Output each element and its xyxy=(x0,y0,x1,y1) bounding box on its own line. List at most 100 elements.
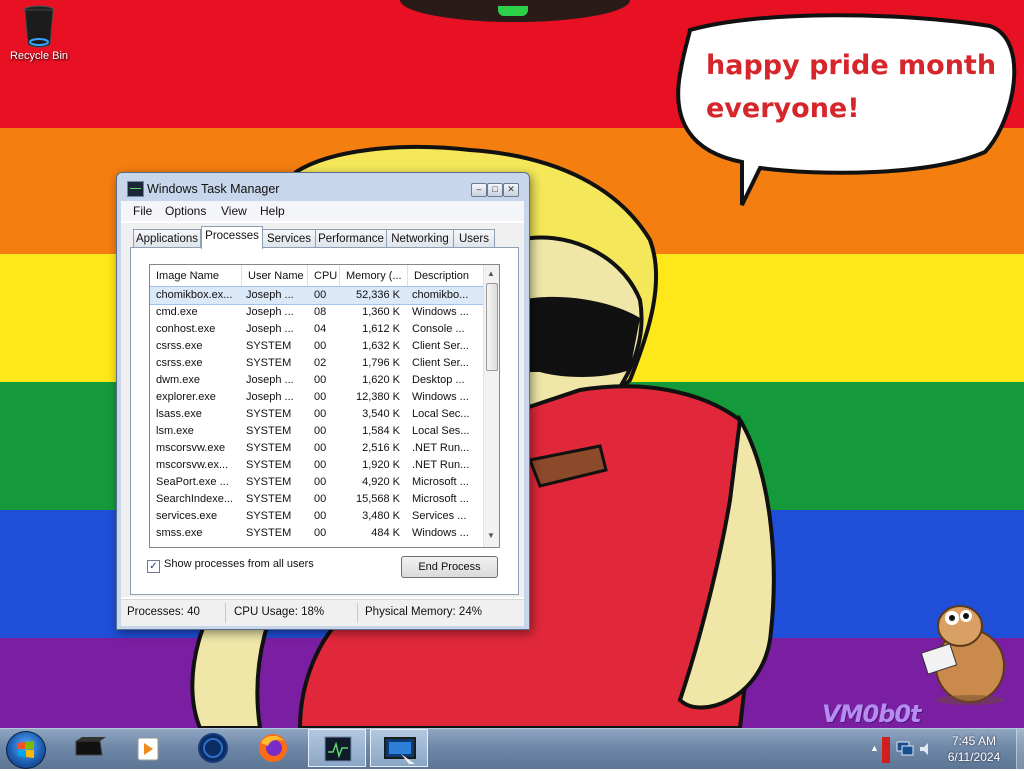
tab-strip: Applications Processes Services Performa… xyxy=(121,223,524,597)
process-row[interactable]: dwm.exe Joseph ... 00 1,620 K Desktop ... xyxy=(150,372,483,389)
minimize-button[interactable]: – xyxy=(471,183,487,197)
taskbar-terminal-button[interactable] xyxy=(60,729,118,767)
status-cpu-usage: CPU Usage: 18% xyxy=(234,606,325,618)
process-row[interactable]: csrss.exe SYSTEM 02 1,796 K Client Ser... xyxy=(150,355,483,372)
close-button[interactable]: ✕ xyxy=(503,183,519,197)
start-button[interactable] xyxy=(6,731,46,769)
process-row[interactable]: mscorsvw.exe SYSTEM 00 2,516 K .NET Run... xyxy=(150,440,483,457)
scroll-down-arrow-icon[interactable]: ▼ xyxy=(487,531,495,540)
tab-performance[interactable]: Performance xyxy=(315,229,387,248)
tab-users[interactable]: Users xyxy=(453,229,495,248)
status-divider xyxy=(225,603,226,623)
process-name-cell: chomikbox.ex... xyxy=(156,289,233,301)
process-memory-cell: 4,920 K xyxy=(362,476,400,488)
process-cpu-cell: 00 xyxy=(314,510,327,522)
scroll-thumb[interactable] xyxy=(486,283,498,371)
process-row[interactable]: services.exe SYSTEM 00 3,480 K Services ... xyxy=(150,508,483,525)
process-row[interactable]: lsass.exe SYSTEM 00 3,540 K Local Sec... xyxy=(150,406,483,423)
task-manager-window[interactable]: Windows Task Manager – □ ✕ File Options … xyxy=(116,172,530,630)
process-user-cell: SYSTEM xyxy=(246,442,292,454)
process-memory-cell: 1,612 K xyxy=(362,323,400,335)
process-rows: chomikbox.ex... Joseph ... 00 52,336 K chomi… xyxy=(150,286,484,542)
taskbar-remote-desktop-button[interactable] xyxy=(370,729,428,767)
show-hidden-icons-arrow-icon[interactable]: ▲ xyxy=(870,743,879,753)
process-description-cell: .NET Run... xyxy=(412,459,470,471)
process-name-cell: mscorsvw.ex... xyxy=(156,459,229,471)
hamster-mascot-image xyxy=(912,596,1012,709)
process-row[interactable]: cmd.exe Joseph ... 08 1,360 K Windows ... xyxy=(150,304,483,321)
process-user-cell: SYSTEM xyxy=(246,527,292,539)
process-name-cell: SearchIndexe... xyxy=(156,493,234,505)
column-memory[interactable]: Memory (... xyxy=(340,265,408,287)
menu-options[interactable]: Options xyxy=(165,204,206,218)
clock[interactable]: 7:45 AM 6/11/2024 xyxy=(936,733,1012,765)
process-name-cell: SeaPort.exe ... xyxy=(156,476,229,488)
recycle-bin-icon xyxy=(22,4,56,48)
process-row[interactable]: csrss.exe SYSTEM 00 1,632 K Client Ser... xyxy=(150,338,483,355)
vertical-scrollbar[interactable]: ▲ ▼ xyxy=(483,265,499,547)
recycle-bin-desktop-icon[interactable]: Recycle Bin xyxy=(6,4,72,62)
list-header: ︿ Image Name User Name CPU Memory (... D… xyxy=(150,265,483,288)
taskbar-media-player-button[interactable] xyxy=(120,729,178,767)
process-user-cell: SYSTEM xyxy=(246,408,292,420)
process-memory-cell: 1,920 K xyxy=(362,459,400,471)
scroll-up-arrow-icon[interactable]: ▲ xyxy=(487,269,495,278)
process-description-cell: chomikbo... xyxy=(412,289,469,301)
menu-help[interactable]: Help xyxy=(260,204,285,218)
tray-flag-icon[interactable] xyxy=(882,737,890,763)
end-process-button[interactable]: End Process xyxy=(401,556,498,578)
process-row[interactable]: smss.exe SYSTEM 00 484 K Windows ... xyxy=(150,525,483,542)
tab-networking[interactable]: Networking xyxy=(386,229,454,248)
taskbar-firefox-button[interactable] xyxy=(244,729,302,767)
menu-view[interactable]: View xyxy=(221,204,247,218)
title-bar[interactable]: Windows Task Manager – □ ✕ xyxy=(117,173,529,203)
taskbar: ▲ 7:45 AM 6/11/2024 xyxy=(0,728,1024,769)
network-icon[interactable] xyxy=(896,741,914,757)
taskbar-globe-button[interactable] xyxy=(184,729,242,767)
process-cpu-cell: 00 xyxy=(314,527,327,539)
column-description[interactable]: Description xyxy=(408,265,483,287)
taskbar-task-manager-button[interactable] xyxy=(308,729,366,767)
show-desktop-button[interactable] xyxy=(1016,729,1024,769)
process-name-cell: lsass.exe xyxy=(156,408,202,420)
status-bar: Processes: 40 CPU Usage: 18% Physical Me… xyxy=(121,599,524,626)
volume-icon[interactable] xyxy=(918,741,934,757)
show-all-processes-checkbox[interactable]: ✓ Show processes from all users xyxy=(147,558,314,573)
window-title: Windows Task Manager xyxy=(147,182,280,196)
column-user-name[interactable]: User Name xyxy=(242,265,308,287)
column-image-name-label: Image Name xyxy=(156,270,219,282)
process-row[interactable]: chomikbox.ex... Joseph ... 00 52,336 K chomi… xyxy=(150,286,484,305)
process-row[interactable]: lsm.exe SYSTEM 00 1,584 K Local Ses... xyxy=(150,423,483,440)
process-name-cell: csrss.exe xyxy=(156,340,203,352)
tab-applications[interactable]: Applications xyxy=(133,229,201,248)
column-cpu[interactable]: CPU xyxy=(308,265,340,287)
process-name-cell: cmd.exe xyxy=(156,306,198,318)
maximize-button[interactable]: □ xyxy=(487,183,503,197)
process-row[interactable]: SeaPort.exe ... SYSTEM 00 4,920 K Microsoft … xyxy=(150,474,483,491)
clock-date: 6/11/2024 xyxy=(947,750,1001,764)
menu-file[interactable]: File xyxy=(133,204,152,218)
process-memory-cell: 52,336 K xyxy=(355,289,400,301)
media-player-icon xyxy=(137,737,159,761)
checkbox-checked-icon[interactable]: ✓ xyxy=(147,560,160,573)
tab-services[interactable]: Services xyxy=(262,229,316,248)
process-memory-cell: 3,540 K xyxy=(362,408,400,420)
process-row[interactable]: conhost.exe Joseph ... 04 1,612 K Console ..… xyxy=(150,321,483,338)
sort-ascending-icon: ︿ xyxy=(192,267,200,276)
process-name-cell: csrss.exe xyxy=(156,357,203,369)
process-user-cell: Joseph ... xyxy=(246,289,294,301)
process-description-cell: Microsoft ... xyxy=(412,493,469,505)
process-row[interactable]: mscorsvw.ex... SYSTEM 00 1,920 K .NET Run... xyxy=(150,457,483,474)
process-row[interactable]: SearchIndexe... SYSTEM 00 15,568 K Microsoft… xyxy=(150,491,483,508)
column-image-name[interactable]: ︿ Image Name xyxy=(150,265,242,287)
tab-processes[interactable]: Processes xyxy=(201,226,263,249)
process-list[interactable]: ︿ Image Name User Name CPU Memory (... D… xyxy=(149,264,500,548)
process-row[interactable]: explorer.exe Joseph ... 00 12,380 K Windows … xyxy=(150,389,483,406)
speech-line-1: happy pride month xyxy=(706,50,997,81)
green-light-shape xyxy=(498,6,528,16)
process-user-cell: Joseph ... xyxy=(246,323,294,335)
process-cpu-cell: 00 xyxy=(314,340,327,352)
process-cpu-cell: 00 xyxy=(314,493,327,505)
system-tray: ▲ 7:45 AM 6/11/2024 xyxy=(866,729,1024,769)
process-cpu-cell: 00 xyxy=(314,476,327,488)
